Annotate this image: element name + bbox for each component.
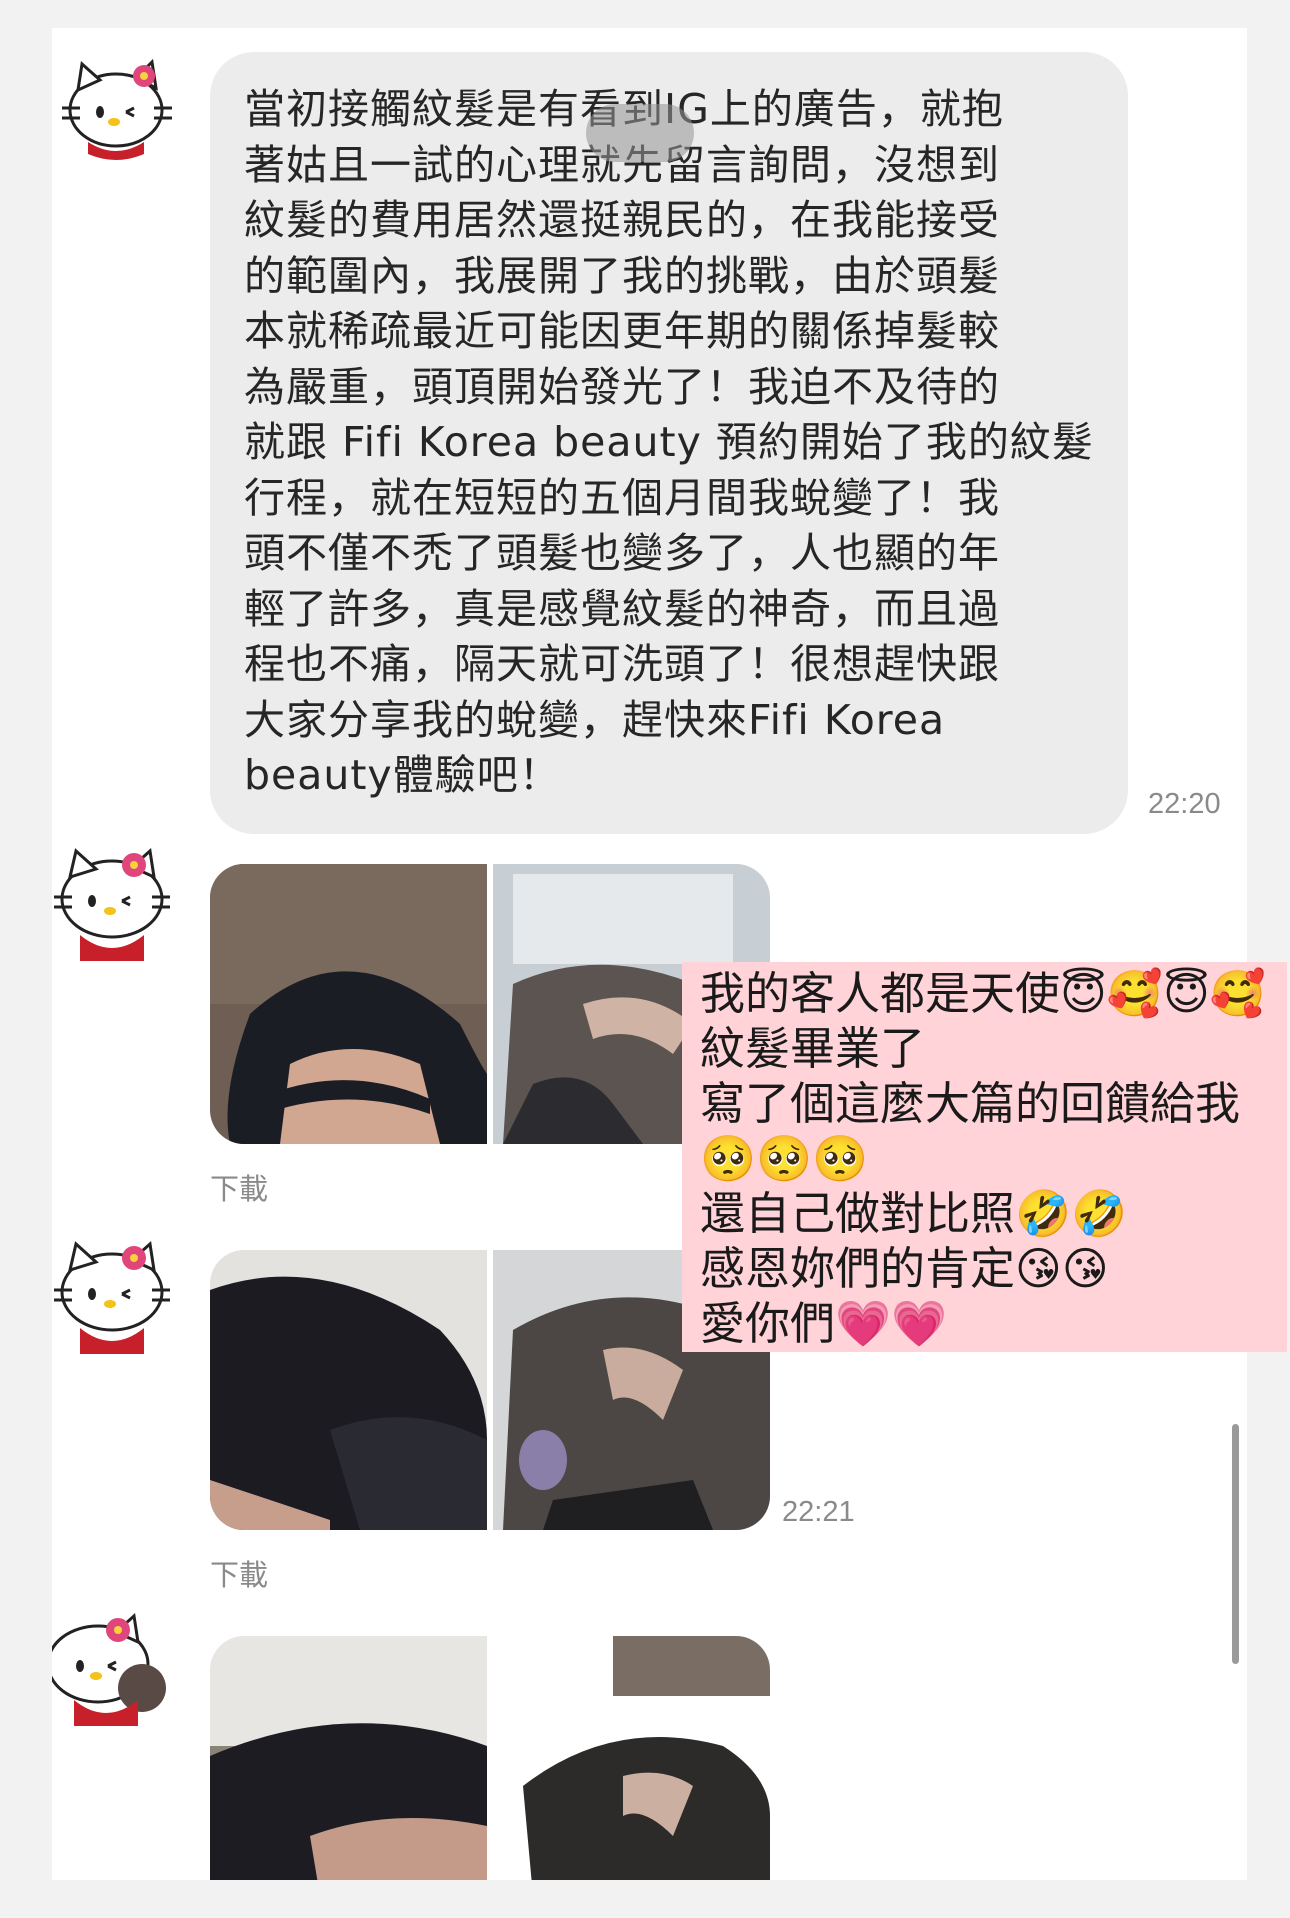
avatar[interactable] [52, 843, 172, 963]
photo-before[interactable] [210, 1636, 487, 1880]
bottom-bar [0, 1880, 1290, 1918]
caption-line: 我的客人都是天使😇🥰😇🥰 [700, 967, 1266, 1020]
scroll-indicator-pill [586, 104, 694, 162]
message-time: 22:20 [1148, 788, 1221, 820]
photo-after[interactable] [493, 1636, 770, 1880]
caption-line: 愛你們💗💗 [700, 1297, 948, 1350]
caption-line: 感恩妳們的肯定😘😘 [700, 1242, 1109, 1295]
hello-kitty-avatar-icon [62, 58, 172, 160]
caption-line: 紋髮畢業了 [700, 1022, 926, 1075]
message-time: 22:21 [782, 1496, 855, 1528]
hello-kitty-avatar-icon [52, 1613, 166, 1726]
chat-area[interactable]: 當初接觸紋髮是有看到IG上的廣告，就抱 著姑且一試的心理就先留言詢問，沒想到 紋… [52, 28, 1247, 1880]
message-bubble[interactable]: 當初接觸紋髮是有看到IG上的廣告，就抱 著姑且一試的心理就先留言詢問，沒想到 紋… [210, 52, 1128, 834]
photo-before[interactable] [210, 1250, 487, 1530]
download-link[interactable]: 下載 [210, 1166, 268, 1208]
caption-line: 🥺🥺🥺 [700, 1132, 869, 1185]
avatar[interactable] [52, 1608, 166, 1728]
caption-line: 還自己做對比照🤣🤣 [700, 1187, 1128, 1240]
hello-kitty-avatar-icon [54, 848, 170, 961]
avatar[interactable] [52, 1236, 172, 1356]
hello-kitty-avatar-icon [54, 1241, 170, 1354]
avatar[interactable] [58, 42, 178, 162]
photo-attachment[interactable] [210, 1636, 770, 1880]
photo-before[interactable] [210, 864, 487, 1144]
caption-line: 寫了個這麼大篇的回饋給我 [700, 1077, 1241, 1130]
download-link[interactable]: 下載 [210, 1552, 268, 1594]
message-text: 當初接觸紋髮是有看到IG上的廣告，就抱 著姑且一試的心理就先留言詢問，沒想到 紋… [244, 85, 1094, 799]
scrollbar[interactable] [1232, 1424, 1239, 1664]
caption-overlay: 我的客人都是天使😇🥰😇🥰 紋髮畢業了 寫了個這麼大篇的回饋給我 🥺🥺🥺 還自己做… [682, 962, 1287, 1352]
